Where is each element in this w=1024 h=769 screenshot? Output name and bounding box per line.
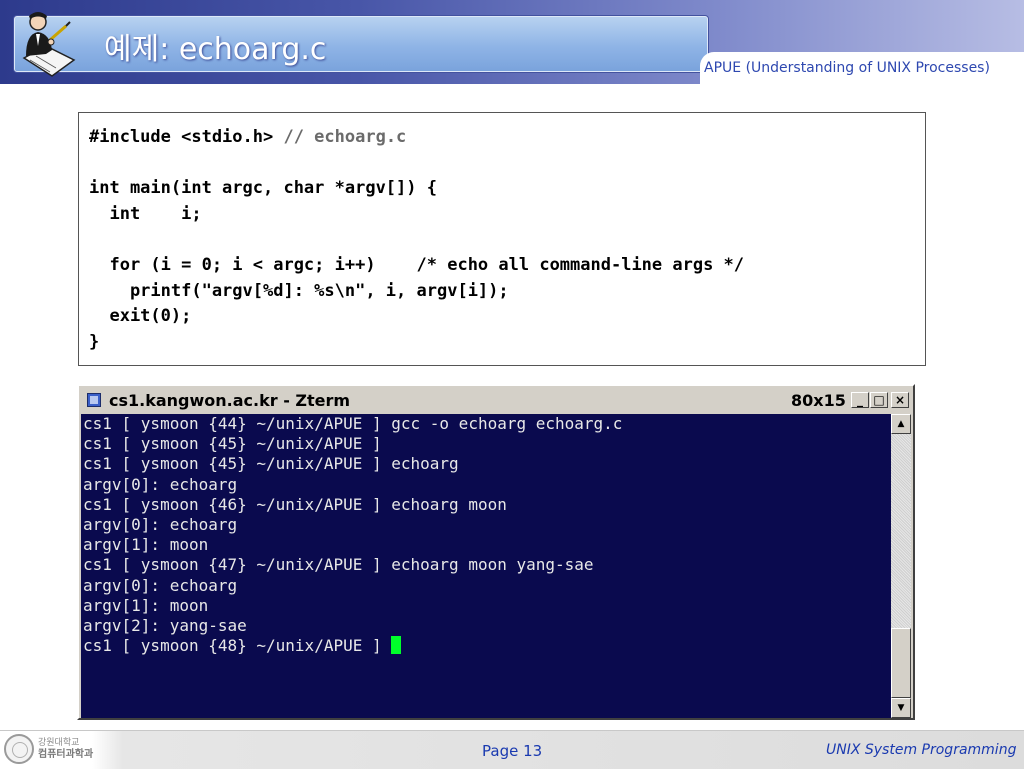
terminal-output: cs1 [ ysmoon {44} ~/unix/APUE ] gcc -o e…: [83, 414, 622, 656]
university-seal-icon: [4, 734, 34, 764]
code-text: int i;: [89, 203, 202, 224]
minimize-button[interactable]: _: [851, 392, 869, 408]
code-text: int main(int argc, char *argv[]) {: [89, 178, 437, 199]
terminal-line-text: cs1 [ ysmoon {45} ~/unix/APUE ]: [83, 434, 382, 454]
terminal-line: argv[1]: moon: [83, 535, 622, 555]
code-line: }: [89, 330, 925, 356]
terminal-window[interactable]: cs1.kangwon.ac.kr - Zterm 80x15 _ □ × cs…: [77, 384, 915, 720]
terminal-line-text: cs1 [ ysmoon {44} ~/unix/APUE ] gcc -o e…: [83, 414, 623, 433]
scroll-thumb[interactable]: [891, 628, 911, 698]
code-text: }: [89, 331, 100, 352]
scholar-at-desk-icon: [22, 12, 76, 77]
terminal-line: argv[0]: echoarg: [83, 515, 622, 535]
terminal-line-text: argv[1]: moon: [83, 535, 209, 555]
logo-text-department: 컴퓨터과학과: [38, 749, 94, 760]
terminal-line: argv[1]: moon: [83, 596, 622, 616]
terminal-title: cs1.kangwon.ac.kr - Zterm: [109, 391, 351, 410]
terminal-line: cs1 [ ysmoon {45} ~/unix/APUE ] echoarg: [83, 454, 622, 474]
terminal-size-readout: 80x15: [791, 391, 846, 410]
terminal-line-text: argv[0]: echoarg: [83, 514, 238, 534]
terminal-line-text: cs1 [ ysmoon {46} ~/unix/APUE ] echoarg …: [83, 494, 507, 514]
code-line: printf("argv[%d]: %s\n", i, argv[i]);: [89, 279, 925, 305]
terminal-line: cs1 [ ysmoon {44} ~/unix/APUE ] gcc -o e…: [83, 414, 622, 434]
terminal-screen[interactable]: cs1 [ ysmoon {44} ~/unix/APUE ] gcc -o e…: [81, 414, 891, 718]
slide-title: 예제: echoarg.c: [104, 32, 327, 67]
code-text: for (i = 0; i < argc; i++) /* echo all c…: [89, 254, 745, 275]
terminal-cursor: [391, 636, 402, 655]
code-line: exit(0);: [89, 304, 925, 330]
terminal-line-text: cs1 [ ysmoon {45} ~/unix/APUE ] echoarg: [83, 454, 459, 474]
terminal-line: cs1 [ ysmoon {47} ~/unix/APUE ] echoarg …: [83, 555, 622, 575]
terminal-line-text: argv[0]: echoarg: [83, 474, 238, 494]
terminal-line: argv[0]: echoarg: [83, 475, 622, 495]
page-number: Page 13: [482, 742, 543, 760]
terminal-titlebar[interactable]: cs1.kangwon.ac.kr - Zterm 80x15 _ □ ×: [81, 388, 911, 412]
code-line: int main(int argc, char *argv[]) {: [89, 176, 925, 202]
terminal-line-text: cs1 [ ysmoon {48} ~/unix/APUE ]: [83, 636, 392, 656]
code-line: for (i = 0; i < argc; i++) /* echo all c…: [89, 253, 925, 279]
terminal-line-text: argv[2]: yang-sae: [83, 615, 247, 635]
terminal-line: argv[2]: yang-sae: [83, 616, 622, 636]
code-text: exit(0);: [89, 306, 192, 327]
terminal-scrollbar[interactable]: ▲ ▼: [891, 414, 911, 718]
code-listing: #include <stdio.h> // echoarg.c int main(…: [78, 112, 926, 366]
code-line: int i;: [89, 202, 925, 228]
department-name: 강원대학교 컴퓨터과학과: [38, 737, 93, 761]
scroll-up-arrow-icon[interactable]: ▲: [891, 414, 911, 434]
course-name: UNIX System Programming: [826, 742, 1017, 758]
code-text: #include <stdio.h>: [89, 127, 284, 147]
close-button[interactable]: ×: [891, 392, 909, 408]
code-text: printf("argv[%d]: %s\n", i, argv[i]);: [89, 280, 509, 301]
code-comment: // echoarg.c: [283, 127, 407, 147]
terminal-line: cs1 [ ysmoon {45} ~/unix/APUE ]: [83, 434, 622, 454]
terminal-line-text: argv[1]: moon: [83, 595, 209, 615]
terminal-line-text: cs1 [ ysmoon {47} ~/unix/APUE ] echoarg …: [83, 555, 594, 575]
terminal-line: argv[0]: echoarg: [83, 576, 622, 596]
slide-subtitle: APUE (Understanding of UNIX Processes): [704, 60, 990, 76]
terminal-line-text: argv[0]: echoarg: [83, 575, 238, 595]
terminal-line: cs1 [ ysmoon {46} ~/unix/APUE ] echoarg …: [83, 495, 622, 515]
terminal-line: cs1 [ ysmoon {48} ~/unix/APUE ]: [83, 636, 622, 656]
maximize-button[interactable]: □: [870, 392, 888, 408]
logo-text-university: 강원대학교: [38, 738, 80, 748]
scroll-down-arrow-icon[interactable]: ▼: [891, 698, 911, 718]
terminal-app-icon[interactable]: [87, 393, 101, 407]
university-logo: 강원대학교 컴퓨터과학과: [4, 734, 100, 764]
code-line: #include <stdio.h> // echoarg.c: [89, 125, 925, 151]
